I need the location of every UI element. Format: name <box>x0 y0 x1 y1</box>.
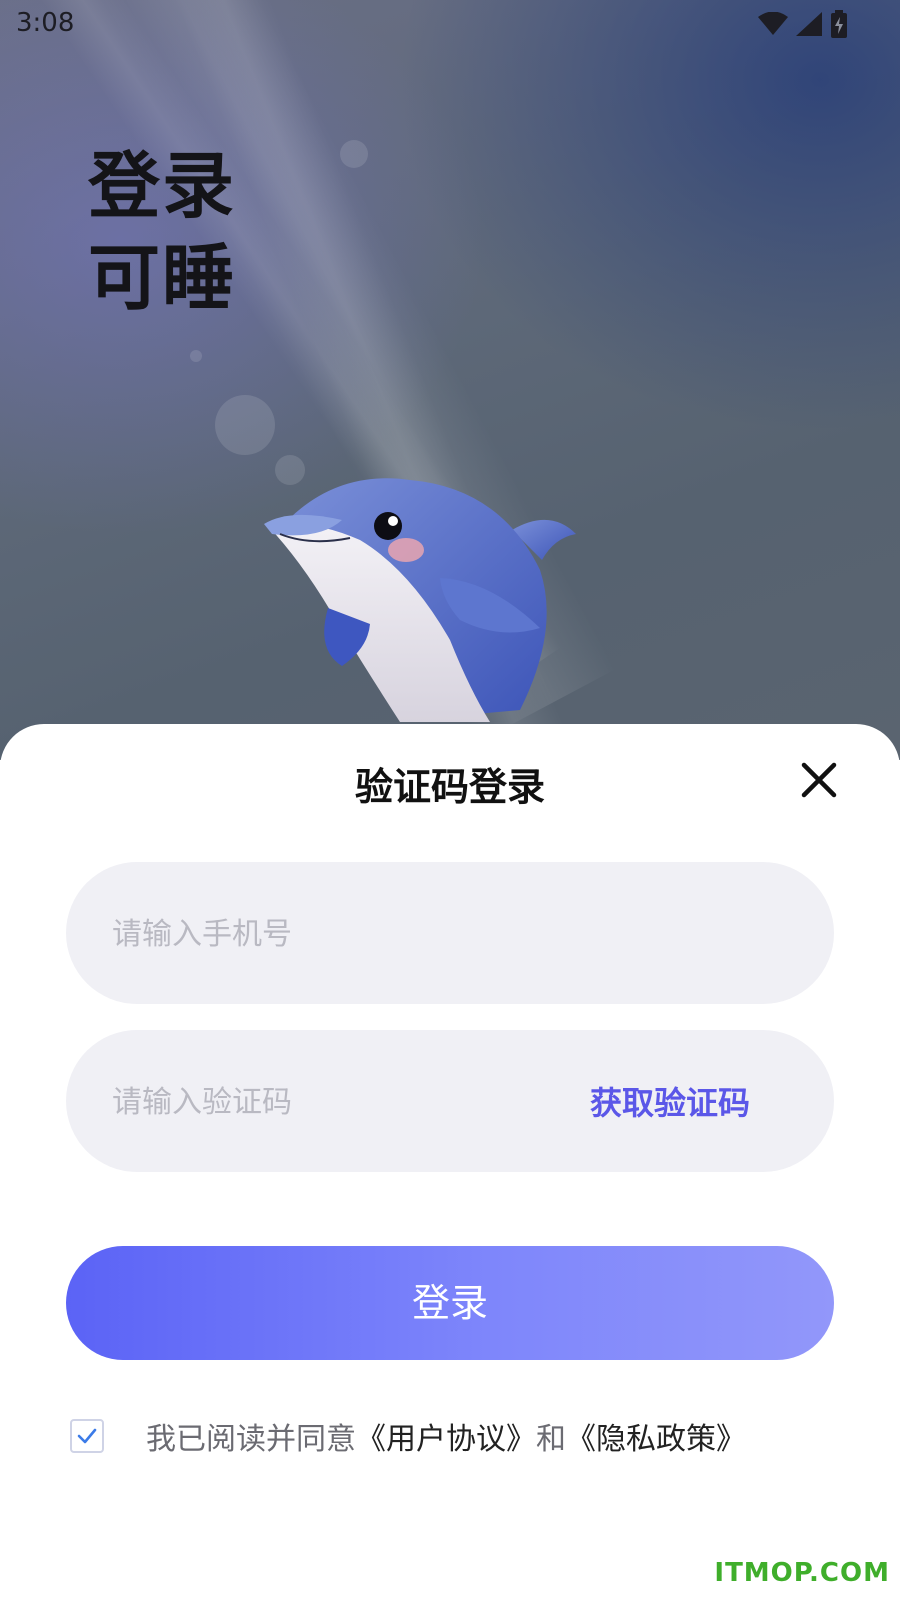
status-bar: 3:08 <box>0 0 900 50</box>
agreement-prefix: 我已阅读并同意 <box>146 1422 356 1457</box>
battery-charging-icon <box>830 10 848 42</box>
bokeh-light <box>190 350 202 362</box>
phone-field <box>66 862 834 1006</box>
code-field: 获取验证码 <box>66 1030 834 1174</box>
checkmark-icon <box>77 1428 97 1444</box>
dolphin-mascot-illustration <box>264 478 576 722</box>
phone-input[interactable] <box>110 862 794 1006</box>
bokeh-light <box>215 395 275 455</box>
get-code-button[interactable]: 获取验证码 <box>590 1078 750 1124</box>
agreement-row: 我已阅读并同意《用户协议》和《隐私政策》 <box>70 1414 746 1458</box>
user-agreement-link[interactable]: 《用户协议》 <box>356 1422 536 1457</box>
privacy-policy-link[interactable]: 《隐私政策》 <box>566 1422 746 1457</box>
wifi-icon <box>758 11 788 40</box>
sheet-title: 验证码登录 <box>354 765 545 809</box>
hero-title-line: 可睡 <box>88 236 237 320</box>
hero-title: 登录 可睡 <box>88 140 236 324</box>
hero-title-line: 登录 <box>88 144 237 228</box>
watermark-text: ITMOP.COM <box>714 1558 890 1588</box>
verification-code-input[interactable] <box>110 1030 514 1174</box>
agreement-text: 我已阅读并同意《用户协议》和《隐私政策》 <box>146 1414 746 1458</box>
hero-background: 3:08 登录 可睡 <box>0 0 900 775</box>
status-time: 3:08 <box>16 8 75 38</box>
status-icons <box>758 10 848 42</box>
bokeh-light <box>340 140 368 168</box>
agreement-checkbox[interactable] <box>70 1419 104 1453</box>
close-button[interactable] <box>796 757 842 803</box>
agreement-connector: 和 <box>536 1422 566 1457</box>
cellular-signal-icon <box>796 12 822 40</box>
login-button[interactable]: 登录 <box>66 1246 834 1360</box>
close-icon <box>801 762 837 798</box>
